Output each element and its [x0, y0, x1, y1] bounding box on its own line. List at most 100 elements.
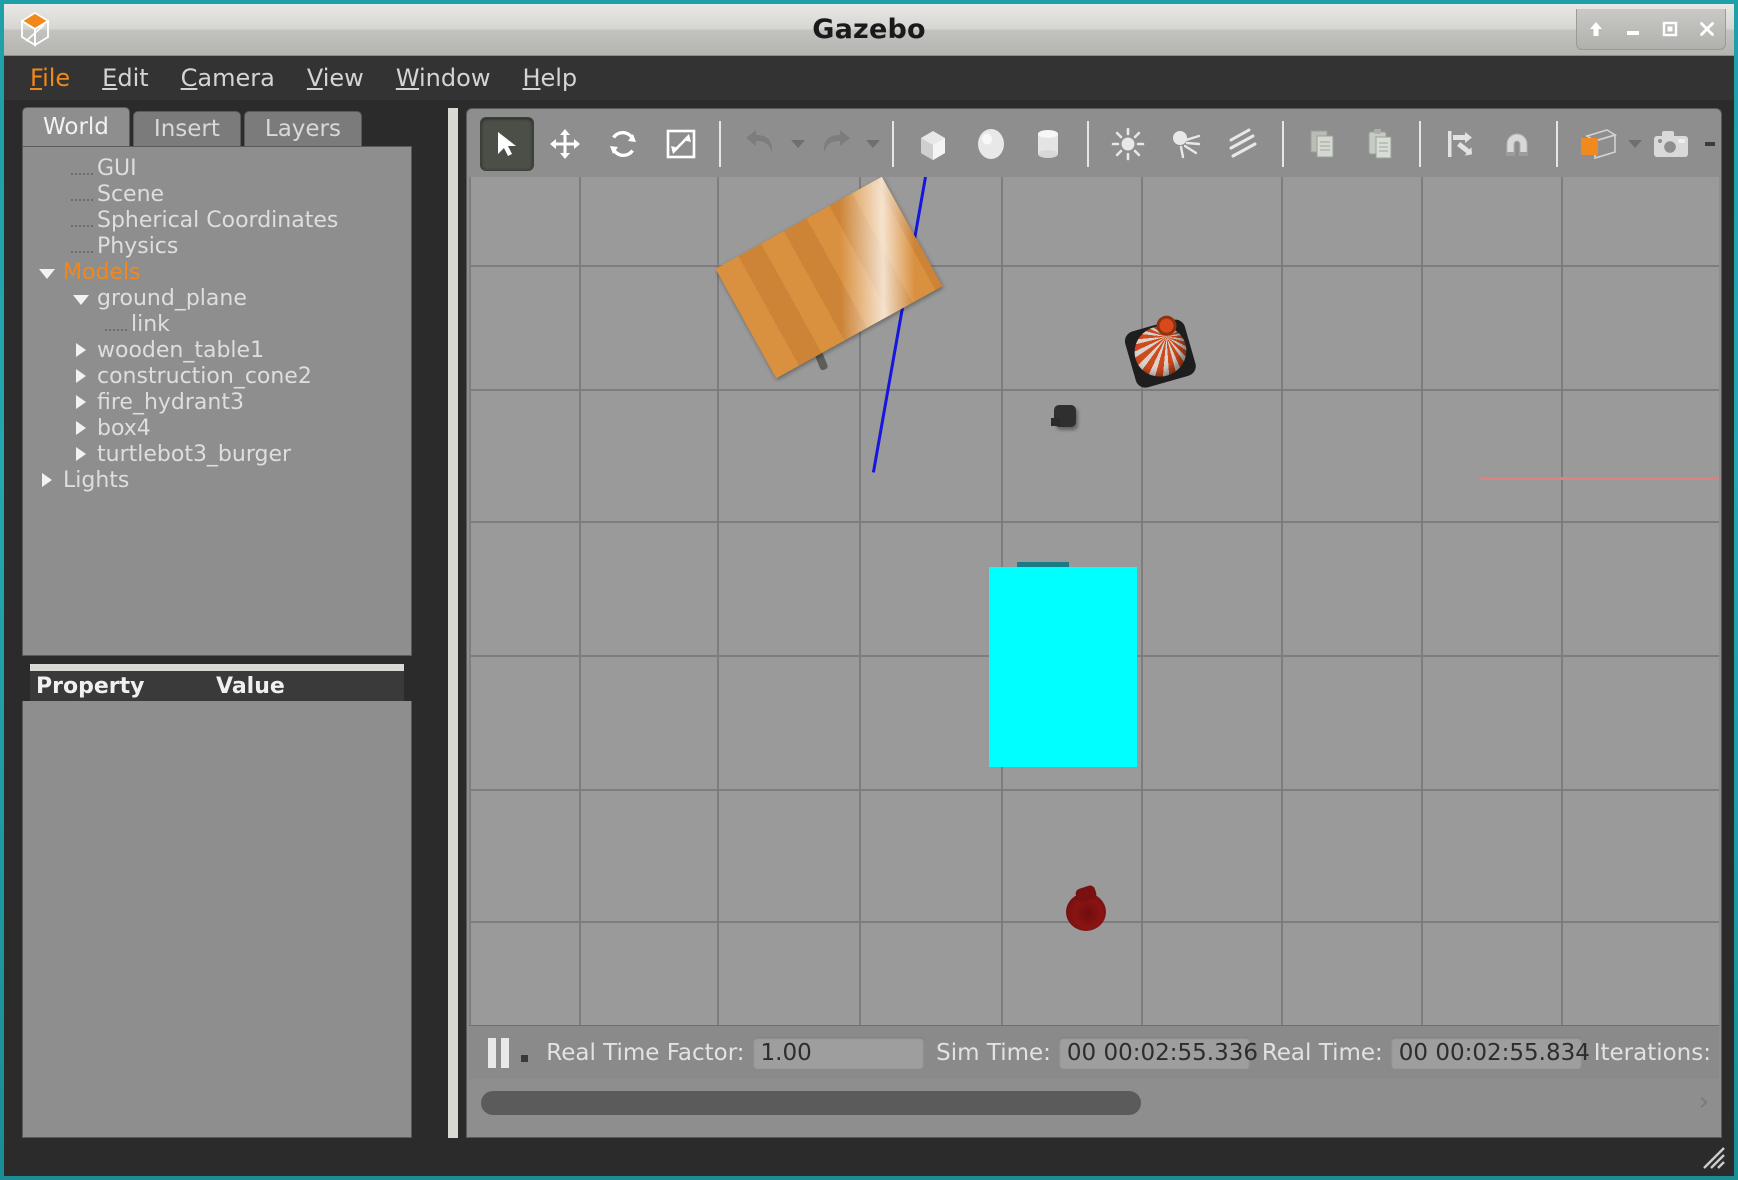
tree-item-construction-cone2[interactable]: construction_cone2	[23, 363, 411, 389]
redo-dropdown-caret-icon[interactable]	[864, 118, 882, 170]
tree-item-physics[interactable]: Physics	[23, 233, 411, 259]
expand-arrow-down-icon[interactable]	[37, 260, 57, 285]
snap-magnet-button[interactable]	[1492, 118, 1544, 170]
panel-splitter-horizontal[interactable]	[30, 664, 404, 671]
view-mode-button[interactable]	[1571, 118, 1623, 170]
rotate-mode-button[interactable]	[597, 118, 649, 170]
panel-splitter-vertical[interactable]	[448, 108, 458, 1138]
tree-item-label: Scene	[97, 181, 165, 207]
scrollbar-track[interactable]	[481, 1091, 1681, 1115]
menu-help[interactable]: Help	[506, 61, 593, 95]
menu-edit[interactable]: Edit	[86, 61, 164, 95]
3d-render-view[interactable]	[469, 177, 1719, 1057]
tree-leaf-dots-icon	[71, 156, 93, 181]
tree-item-wooden-table1[interactable]: wooden_table1	[23, 337, 411, 363]
close-button[interactable]	[1692, 14, 1722, 44]
maximize-button[interactable]	[1655, 14, 1685, 44]
window-inner: Gazebo File Edit Camera View Window Help…	[4, 4, 1734, 1176]
scrollbar-thumb[interactable]	[481, 1091, 1141, 1115]
expand-arrow-right-icon[interactable]	[71, 390, 91, 415]
grid-line	[469, 789, 1719, 791]
wooden-table-model[interactable]	[715, 177, 943, 379]
insert-directional-light-button[interactable]	[1217, 118, 1269, 170]
tree-item-label: ground_plane	[97, 285, 247, 311]
toolbar-separator	[719, 121, 722, 167]
world-tree[interactable]: GUI Scene Spherical Coordinates Physics Mode…	[22, 146, 412, 656]
align-button[interactable]	[1434, 118, 1486, 170]
tab-insert[interactable]: Insert	[132, 111, 241, 148]
tree-item-label: Physics	[97, 233, 179, 259]
expand-arrow-right-icon[interactable]	[37, 468, 57, 493]
tree-item-lights[interactable]: Lights	[23, 467, 411, 493]
redo-button[interactable]	[810, 118, 862, 170]
tree-leaf-dots-icon	[105, 312, 127, 337]
step-button[interactable]	[514, 1036, 534, 1070]
title-bar[interactable]: Gazebo	[4, 4, 1734, 56]
screenshot-dropdown-caret-icon[interactable]	[1701, 118, 1719, 170]
screenshot-button[interactable]	[1647, 118, 1699, 170]
scale-mode-button[interactable]	[655, 118, 707, 170]
grid-line	[469, 265, 1719, 267]
menu-file[interactable]: File	[14, 61, 86, 95]
tree-item-label: turtlebot3_burger	[97, 441, 292, 467]
view-mode-dropdown-caret-icon[interactable]	[1626, 118, 1644, 170]
horizontal-scrollbar[interactable]: ›	[469, 1081, 1719, 1133]
menu-window[interactable]: Window	[380, 61, 507, 95]
menu-camera[interactable]: Camera	[165, 61, 291, 95]
tree-item-link[interactable]: link	[23, 311, 411, 337]
tree-item-label: Spherical Coordinates	[97, 207, 339, 233]
copy-button[interactable]	[1297, 118, 1349, 170]
tree-item-label: Lights	[63, 467, 130, 493]
grid-line	[469, 521, 1719, 523]
grid-line	[1281, 177, 1283, 1057]
toolbar-separator	[1087, 121, 1090, 167]
turtlebot3-burger-model[interactable]	[1051, 405, 1076, 427]
tree-leaf-dots-icon	[71, 182, 93, 207]
tree-item-ground-plane[interactable]: ground_plane	[23, 285, 411, 311]
construction-cone-model[interactable]	[1118, 306, 1210, 398]
menu-bar: File Edit Camera View Window Help	[4, 56, 1734, 100]
undo-button[interactable]	[734, 118, 786, 170]
property-column-header: Property	[36, 673, 145, 699]
tree-item-gui[interactable]: GUI	[23, 155, 411, 181]
left-panel: World Insert Layers GUI Scene Spherical Co…	[22, 107, 412, 1138]
scrollbar-right-arrow-icon[interactable]: ›	[1699, 1087, 1709, 1117]
window-resize-grip[interactable]	[1698, 1142, 1728, 1172]
cyan-box-model[interactable]	[989, 567, 1137, 767]
insert-spot-light-button[interactable]	[1160, 118, 1212, 170]
insert-point-light-button[interactable]	[1102, 118, 1154, 170]
expand-arrow-right-icon[interactable]	[71, 364, 91, 389]
property-table-body[interactable]	[22, 701, 412, 1138]
real-time-label: Real Time:	[1261, 1039, 1383, 1066]
tree-item-fire-hydrant3[interactable]: fire_hydrant3	[23, 389, 411, 415]
insert-sphere-button[interactable]	[965, 118, 1017, 170]
tab-layers[interactable]: Layers	[243, 111, 362, 148]
expand-arrow-down-icon[interactable]	[71, 286, 91, 311]
iterations-label: Iterations:	[1593, 1039, 1711, 1066]
insert-cylinder-button[interactable]	[1022, 118, 1074, 170]
select-mode-button[interactable]	[480, 117, 534, 171]
tree-leaf-dots-icon	[71, 208, 93, 233]
x-axis-line	[1479, 477, 1719, 480]
tree-item-scene[interactable]: Scene	[23, 181, 411, 207]
expand-arrow-right-icon[interactable]	[71, 338, 91, 363]
paste-button[interactable]	[1354, 118, 1406, 170]
pause-button[interactable]	[483, 1036, 514, 1070]
expand-arrow-right-icon[interactable]	[71, 442, 91, 467]
grid-line	[469, 177, 471, 1057]
expand-arrow-right-icon[interactable]	[71, 416, 91, 441]
tab-world[interactable]: World	[22, 107, 130, 148]
shade-button[interactable]	[1581, 14, 1611, 44]
undo-dropdown-caret-icon[interactable]	[789, 118, 807, 170]
tree-item-box4[interactable]: box4	[23, 415, 411, 441]
scene-toolbar	[469, 111, 1719, 177]
grid-line	[717, 177, 719, 1057]
fire-hydrant-model[interactable]	[1064, 884, 1108, 931]
menu-view[interactable]: View	[291, 61, 380, 95]
tree-item-models[interactable]: Models	[23, 259, 411, 285]
minimize-button[interactable]	[1618, 14, 1648, 44]
tree-item-spherical-coordinates[interactable]: Spherical Coordinates	[23, 207, 411, 233]
insert-box-button[interactable]	[907, 118, 959, 170]
tree-item-turtlebot3-burger[interactable]: turtlebot3_burger	[23, 441, 411, 467]
translate-mode-button[interactable]	[540, 118, 592, 170]
